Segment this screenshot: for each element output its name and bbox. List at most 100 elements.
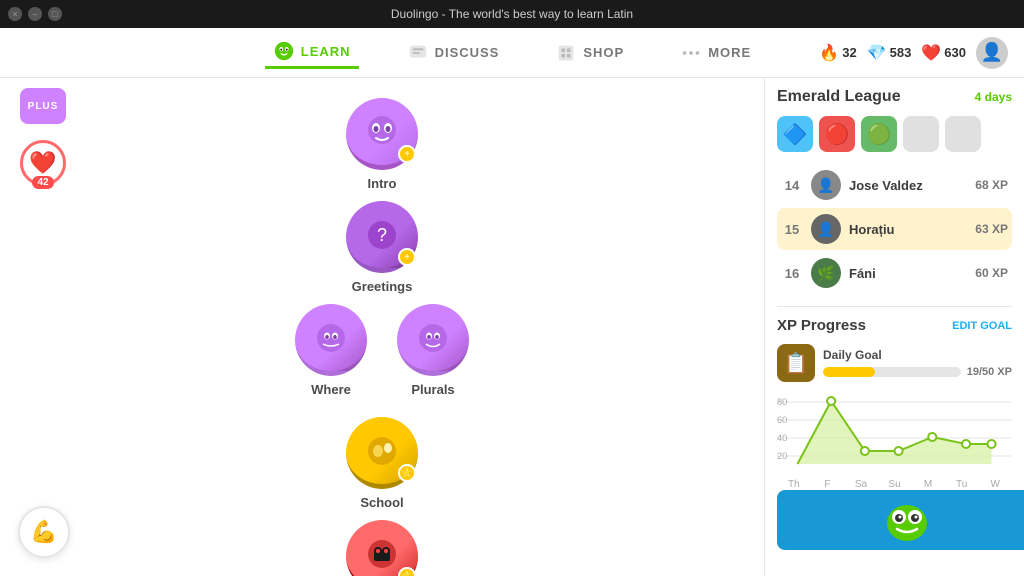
skill-intro-label: Intro: [368, 176, 397, 191]
skill-greetings[interactable]: ? + Greetings: [346, 201, 418, 294]
lb-rank-14: 14: [781, 178, 803, 193]
heart-icon-box[interactable]: ❤️ 42: [20, 140, 66, 186]
heart-icon: ❤️: [921, 43, 941, 63]
skill-greetings-label: Greetings: [352, 279, 413, 294]
league-header: Emerald League 4 days: [777, 88, 1012, 106]
lb-xp-14: 68 XP: [975, 178, 1008, 192]
navbar: LEARN DISCUSS SHOP MORE 🔥 32: [0, 28, 1024, 78]
user-avatar[interactable]: 👤: [976, 37, 1008, 69]
edit-goal-button[interactable]: EDIT GOAL: [952, 320, 1012, 332]
league-avatar-4: [903, 116, 939, 152]
skill-intro-circle: +: [346, 98, 418, 170]
gems-count: 583: [890, 45, 912, 60]
streak-count: 32: [842, 45, 856, 60]
goal-progress-text: 19/50 XP: [967, 366, 1012, 378]
goal-progress-bar: [823, 367, 961, 377]
lb-name-16: Fáni: [849, 266, 975, 281]
nav-discuss[interactable]: DISCUSS: [399, 38, 508, 68]
nav-discuss-label: DISCUSS: [435, 45, 500, 60]
chart-label-tu: Tu: [945, 479, 979, 490]
svg-text:60: 60: [777, 415, 787, 425]
chart-label-sa: Sa: [844, 479, 878, 490]
window-title: Duolingo - The world's best way to learn…: [391, 7, 633, 21]
skill-plurals-circle: [397, 304, 469, 376]
parents-star: ⭐: [398, 567, 416, 576]
close-btn[interactable]: ×: [8, 7, 22, 21]
school-star: ⭐: [398, 464, 416, 482]
lb-avatar-14: 👤: [811, 170, 841, 200]
svg-text:?: ?: [377, 225, 387, 245]
league-avatars: 🔷 🔴 🟢: [777, 116, 1012, 152]
daily-goal-row: 📋 Daily Goal 19/50 XP: [777, 344, 1012, 382]
chart-label-su: Su: [878, 479, 912, 490]
skill-intro[interactable]: + Intro: [346, 98, 418, 191]
chart-label-f: F: [811, 479, 845, 490]
strength-button[interactable]: 💪: [18, 506, 70, 558]
duo-banner[interactable]: [777, 490, 1024, 550]
streak-badge[interactable]: 🔥 32: [819, 43, 856, 63]
lb-rank-16: 16: [781, 266, 803, 281]
league-avatar-5: [945, 116, 981, 152]
heart-display-icon: ❤️: [29, 150, 56, 176]
nav-stats: 🔥 32 💎 583 ❤️ 630 👤: [819, 37, 1008, 69]
lb-avatar-15: 👤: [811, 214, 841, 244]
hearts-badge[interactable]: ❤️ 630: [921, 43, 966, 63]
xp-title: XP Progress: [777, 317, 866, 334]
strength-icon: 💪: [30, 519, 57, 545]
league-days-badge: 4 days: [975, 88, 1012, 106]
titlebar-controls[interactable]: × – □: [8, 7, 62, 21]
skill-plurals[interactable]: Plurals: [397, 304, 469, 397]
gems-badge[interactable]: 💎 583: [867, 43, 912, 63]
greetings-badge: +: [398, 248, 416, 266]
fire-icon: 🔥: [819, 43, 839, 63]
chart-label-w: W: [978, 479, 1012, 490]
skill-school-circle: ⭐: [346, 417, 418, 489]
nav-shop[interactable]: SHOP: [547, 38, 632, 68]
svg-text:20: 20: [777, 451, 787, 461]
sidebar-icons: PLUS ❤️ 42: [20, 88, 66, 186]
lb-row-15: 15 👤 Horațiu 63 XP: [777, 208, 1012, 250]
minimize-btn[interactable]: –: [28, 7, 42, 21]
skill-where[interactable]: Where: [295, 304, 367, 397]
goal-icon: 📋: [777, 344, 815, 382]
intro-badge: +: [398, 145, 416, 163]
right-sidebar: Emerald League 4 days 🔷 🔴 🟢 14 👤 Jose Va…: [764, 78, 1024, 576]
league-avatar-1: 🔷: [777, 116, 813, 152]
nav-learn[interactable]: LEARN: [265, 36, 359, 69]
goal-bar-fill: [823, 367, 875, 377]
plus-label: PLUS: [28, 101, 59, 112]
skill-parents-circle: ⭐: [346, 520, 418, 576]
lb-avatar-16: 🌿: [811, 258, 841, 288]
league-days-label: 4 days: [975, 90, 1012, 104]
league-avatar-2: 🔴: [819, 116, 855, 152]
skill-school[interactable]: ⭐ School: [346, 417, 418, 510]
svg-text:80: 80: [777, 397, 787, 407]
xp-header: XP Progress EDIT GOAL: [777, 317, 1012, 334]
plus-icon-box[interactable]: PLUS: [20, 88, 66, 124]
lb-name-14: Jose Valdez: [849, 178, 975, 193]
lb-row-16: 16 🌿 Fáni 60 XP: [777, 252, 1012, 294]
chart-label-th: Th: [777, 479, 811, 490]
maximize-btn[interactable]: □: [48, 7, 62, 21]
skill-row-where-plurals: Where Plurals: [295, 304, 469, 407]
lb-rank-15: 15: [781, 222, 803, 237]
skill-greetings-circle: ? +: [346, 201, 418, 273]
lb-xp-15: 63 XP: [975, 222, 1008, 236]
skill-parents[interactable]: ⭐ Parents: [346, 520, 418, 576]
nav-more[interactable]: MORE: [672, 38, 759, 68]
xp-chart: 80 60 40 20 Th: [777, 392, 1012, 482]
chart-day-labels: Th F Sa Su M Tu W: [777, 479, 1012, 490]
course-area: PLUS ❤️ 42 + Intro: [0, 78, 764, 576]
main-content: PLUS ❤️ 42 + Intro: [0, 78, 1024, 576]
skill-school-label: School: [360, 495, 403, 510]
league-title: Emerald League: [777, 88, 901, 106]
nav-more-label: MORE: [708, 45, 751, 60]
chart-label-m: M: [911, 479, 945, 490]
xp-progress-section: XP Progress EDIT GOAL 📋 Daily Goal 19/50…: [777, 306, 1012, 482]
skill-where-label: Where: [311, 382, 351, 397]
heart-badge: 42: [32, 176, 53, 189]
nav-learn-label: LEARN: [301, 44, 351, 59]
skill-plurals-label: Plurals: [411, 382, 454, 397]
svg-text:40: 40: [777, 433, 787, 443]
skill-where-circle: [295, 304, 367, 376]
